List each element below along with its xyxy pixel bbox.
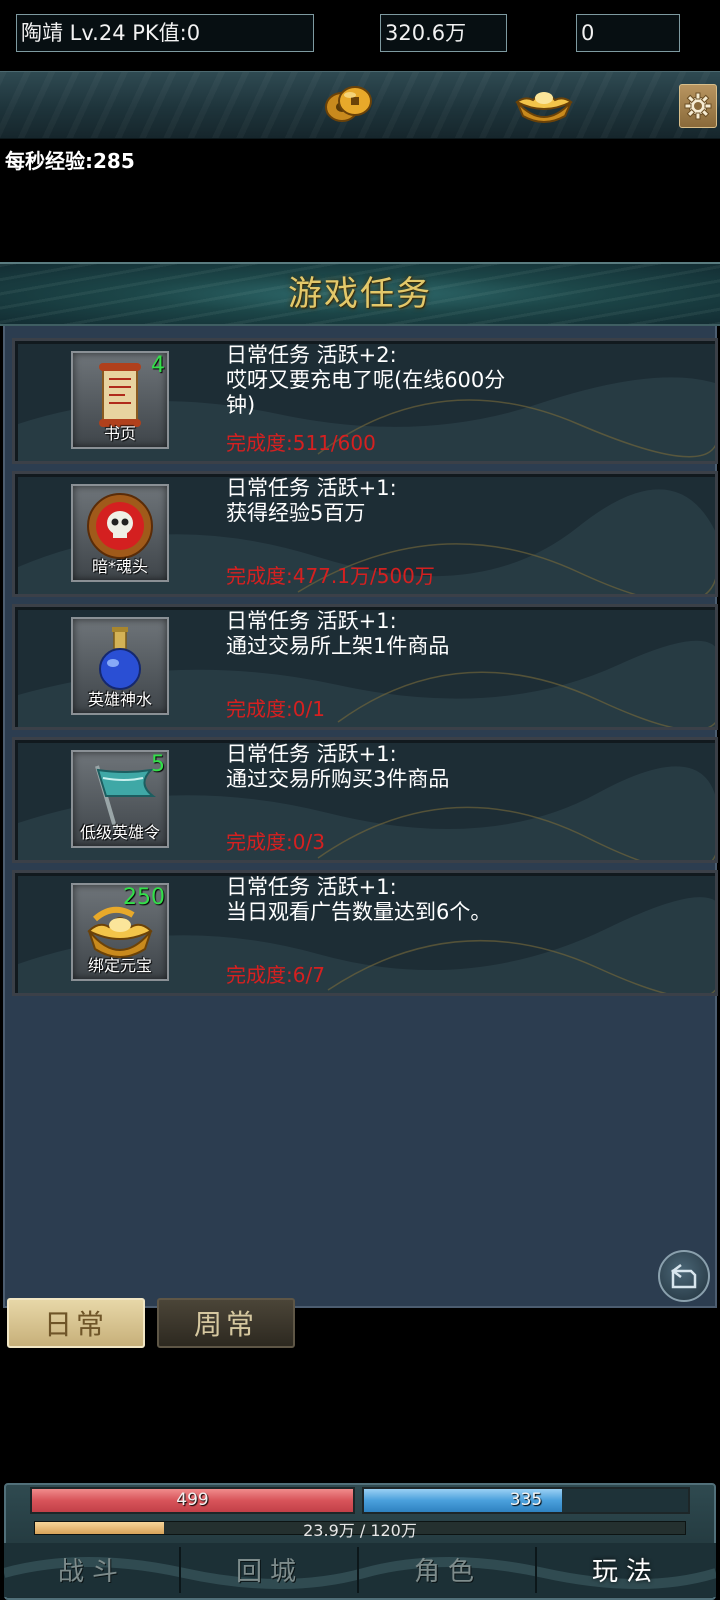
settings-button[interactable] [679,84,717,128]
task-progress: 完成度:6/7 [226,963,325,987]
gear-icon [684,92,712,120]
task-row[interactable]: 英雄神水 日常任务 活跃+1: 通过交易所上架1件商品 完成度:0/1 [12,604,718,730]
task-title-line: 日常任务 活跃+2: [226,343,397,367]
nav-gameplay[interactable]: 玩法 [538,1547,714,1597]
task-title-line: 日常任务 活跃+1: [226,875,397,899]
exp-per-second: 每秒经验:285 [5,149,135,173]
task-reward-item[interactable]: 250 绑定元宝 [71,883,169,981]
item-count: 4 [151,353,165,378]
gold-amount: 320.6万 [380,14,507,52]
task-reward-item[interactable]: 4 书页 [71,351,169,449]
ingot-amount: 0 [576,14,680,52]
task-row[interactable]: 暗*魂头 日常任务 活跃+1: 获得经验5百万 完成度:477.1万/500万 [12,471,718,597]
item-count: 5 [151,752,165,777]
item-name: 低级英雄令 [79,823,160,842]
task-detail-line: 通过交易所购买3件商品 [226,767,450,791]
task-description: 日常任务 活跃+1: 通过交易所上架1件商品 [226,609,516,659]
item-name: 英雄神水 [87,690,152,709]
item-name: 书页 [103,424,136,443]
task-detail-line: 通过交易所上架1件商品 [226,634,450,658]
item-name: 绑定元宝 [87,956,152,975]
item-name: 暗*魂头 [91,557,148,576]
task-detail-line: 当日观看广告数量达到6个。 [226,900,492,924]
task-panel: 4 书页 日常任务 活跃+2: 哎呀又要充电了呢(在线600分钟) 完成度:51… [3,326,718,1308]
tab-daily[interactable]: 日常 [7,1298,145,1348]
task-progress: 完成度:0/3 [226,830,325,854]
task-row[interactable]: 5 低级英雄令 日常任务 活跃+1: 通过交易所购买3件商品 完成度:0/3 [12,737,718,863]
exp-value: 23.9万 / 120万 [303,1521,417,1540]
task-description: 日常任务 活跃+1: 当日观看广告数量达到6个。 [226,875,516,925]
task-row[interactable]: 4 书页 日常任务 活跃+2: 哎呀又要充电了呢(在线600分钟) 完成度:51… [12,338,718,464]
hp-bar: 499 [30,1487,355,1514]
task-progress: 完成度:477.1万/500万 [226,564,435,588]
task-reward-item[interactable]: 暗*魂头 [71,484,169,582]
task-row[interactable]: 250 绑定元宝 日常任务 活跃+1: 当日观看广告数量达到6个。 完成度:6/… [12,870,718,996]
gold-ingot-icon [515,92,573,123]
player-info[interactable]: 陶靖 Lv.24 PK值:0 [16,14,314,52]
task-detail-line: 哎呀又要充电了呢(在线600分钟) [226,368,506,417]
task-reward-item[interactable]: 英雄神水 [71,617,169,715]
task-reward-item[interactable]: 5 低级英雄令 [71,750,169,848]
return-arrow-icon [670,1264,697,1289]
task-description: 日常任务 活跃+1: 通过交易所购买3件商品 [226,742,516,792]
nav-return-city[interactable]: 回城 [182,1547,358,1597]
task-description: 日常任务 活跃+1: 获得经验5百万 [226,476,516,526]
hp-value: 499 [176,1490,209,1510]
nav-character[interactable]: 角色 [360,1547,536,1597]
task-title-line: 日常任务 活跃+1: [226,609,397,633]
nav-battle[interactable]: 战斗 [4,1547,180,1597]
task-description: 日常任务 活跃+2: 哎呀又要充电了呢(在线600分钟) [226,343,516,418]
item-count: 250 [123,885,165,910]
mp-bar: 335 [362,1487,690,1514]
task-title-line: 日常任务 活跃+1: [226,742,397,766]
tab-weekly[interactable]: 周常 [157,1298,295,1348]
mp-value: 335 [509,1490,543,1510]
task-progress: 完成度:511/600 [226,431,376,455]
task-title-line: 日常任务 活跃+1: [226,476,397,500]
task-progress: 完成度:0/1 [226,697,325,721]
coins-icon [325,86,372,122]
panel-title: 游戏任务 [288,274,432,314]
task-detail-line: 获得经验5百万 [226,501,366,525]
return-button[interactable] [658,1250,710,1302]
